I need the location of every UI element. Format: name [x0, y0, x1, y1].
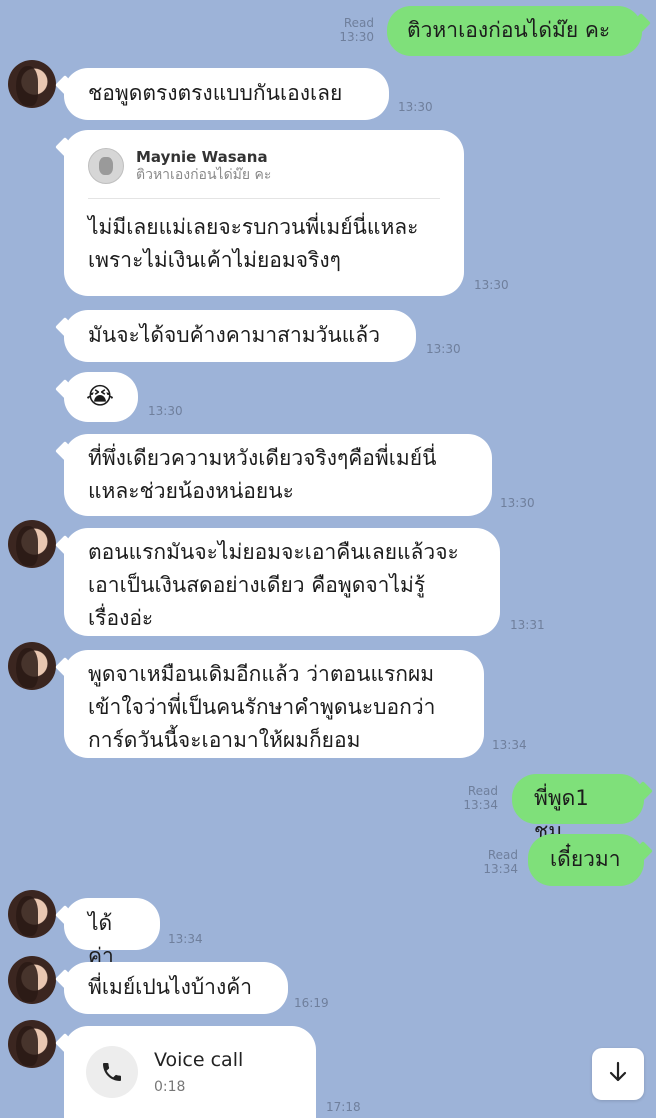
message-bubble-outgoing[interactable]: ติวหาเองก่อนได่ม๊ย คะ — [387, 6, 651, 56]
message-time: 13:34 — [463, 798, 498, 812]
message-time: 13:31 — [510, 618, 545, 632]
quoted-text: ติวหาเองก่อนได่ม๊ย คะ — [136, 167, 272, 183]
message-text: พี่เมย์เปนไงบ้างค้า — [88, 975, 253, 999]
crying-face-emoji: 😭 — [86, 382, 115, 410]
read-receipt: Read — [487, 848, 518, 862]
call-duration: 0:18 — [154, 1079, 186, 1095]
message-bubble-incoming[interactable]: ชอพูดตรงตรงแบบกันเองเลย — [55, 68, 389, 120]
quoted-message[interactable]: Maynie Wasana ติวหาเองก่อนได่ม๊ย คะ — [88, 148, 440, 199]
message-text: มันจะได้จบค้างคามาสามวันแล้ว — [88, 323, 380, 347]
arrow-down-icon — [605, 1059, 631, 1089]
message-meta: Read 13:34 — [468, 848, 518, 876]
message-text: ไม่มีเลยแม่เลยจะรบกวนพี่เมย์นี่แหละ เพรา… — [88, 215, 419, 272]
message-time: 13:30 — [398, 100, 433, 114]
message-time: 17:18 — [326, 1100, 361, 1114]
message-bubble-incoming[interactable]: ได้ค่า — [55, 898, 160, 968]
message-time: 13:30 — [426, 342, 461, 356]
reply-message-bubble[interactable]: Maynie Wasana ติวหาเองก่อนได่ม๊ย คะ ไม่ม… — [55, 130, 464, 296]
message-bubble-outgoing[interactable]: เดี๋ยวมา — [528, 834, 653, 886]
call-title: Voice call — [154, 1049, 244, 1071]
phone-icon — [86, 1046, 138, 1098]
message-time: 13:30 — [500, 496, 535, 510]
contact-avatar[interactable] — [8, 520, 56, 568]
contact-avatar[interactable] — [8, 1020, 56, 1068]
message-bubble-incoming[interactable]: ตอนแรกมันจะไม่ยอมจะเอาคืนเลยแล้วจะ เอาเป… — [55, 528, 500, 636]
voice-call-bubble[interactable]: Voice call 0:18 — [55, 1026, 316, 1118]
message-bubble-incoming[interactable]: พี่เมย์เปนไงบ้างค้า — [55, 962, 288, 1014]
message-text: ตอนแรกมันจะไม่ยอมจะเอาคืนเลยแล้วจะ เอาเป… — [88, 540, 459, 630]
message-time: 13:34 — [483, 862, 518, 876]
message-time: 13:30 — [474, 278, 509, 292]
message-meta: Read 13:34 — [448, 784, 498, 812]
message-text: ชอพูดตรงตรงแบบกันเองเลย — [88, 81, 343, 105]
message-bubble-incoming[interactable]: มันจะได้จบค้างคามาสามวันแล้ว — [55, 310, 416, 362]
read-receipt: Read — [343, 16, 374, 30]
contact-avatar[interactable] — [8, 642, 56, 690]
message-meta: Read 13:30 — [314, 16, 374, 44]
read-receipt: Read — [467, 784, 498, 798]
message-time: 13:30 — [339, 30, 374, 44]
quoted-sender-name: Maynie Wasana — [136, 148, 268, 166]
contact-avatar[interactable] — [8, 60, 56, 108]
contact-avatar[interactable] — [8, 890, 56, 938]
message-text: ติวหาเองก่อนได่ม๊ย คะ — [407, 18, 611, 42]
message-time: 13:30 — [148, 404, 183, 418]
scroll-to-bottom-button[interactable] — [592, 1048, 644, 1100]
quoted-avatar — [88, 148, 124, 184]
message-bubble-incoming[interactable]: 😭 — [55, 372, 138, 422]
message-time: 13:34 — [168, 932, 203, 946]
message-bubble-incoming[interactable]: พูดจาเหมือนเดิมอีกแล้ว ว่าตอนแรกผม เข้าใ… — [55, 650, 484, 758]
message-time: 13:34 — [492, 738, 527, 752]
message-bubble-outgoing[interactable]: พี่พูด1 ชม — [512, 774, 653, 843]
contact-avatar[interactable] — [8, 956, 56, 1004]
message-text: พูดจาเหมือนเดิมอีกแล้ว ว่าตอนแรกผม เข้าใ… — [88, 662, 436, 752]
message-bubble-incoming[interactable]: ที่พึ่งเดียวความหวังเดียวจริงๆคือพี่เมย์… — [55, 434, 492, 516]
chat-area: Read 13:30 ติวหาเองก่อนได่ม๊ย คะ ชอพูดตร… — [0, 0, 656, 1118]
message-text: ที่พึ่งเดียวความหวังเดียวจริงๆคือพี่เมย์… — [88, 446, 437, 503]
message-text: เดี๋ยวมา — [550, 847, 621, 871]
message-time: 16:19 — [294, 996, 329, 1010]
